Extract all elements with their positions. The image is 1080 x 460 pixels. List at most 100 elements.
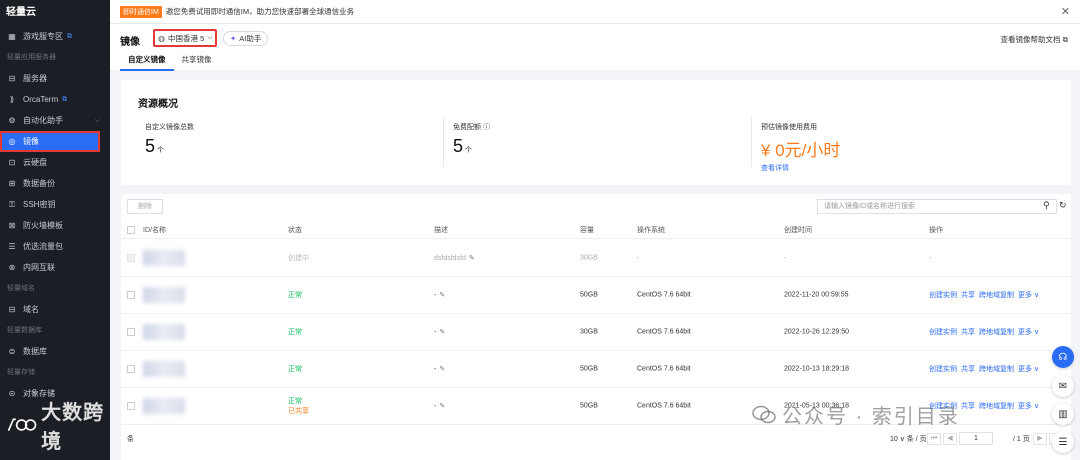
book-icon[interactable]: ▥ xyxy=(1052,403,1074,425)
page-number-input[interactable]: 1 xyxy=(959,432,993,445)
op-link[interactable]: 创建实例 xyxy=(929,366,957,373)
page-size-select[interactable]: 10 ∨ 条 / 页 xyxy=(890,434,927,444)
row-checkbox[interactable] xyxy=(127,328,135,336)
op-link[interactable]: 共享 xyxy=(961,329,975,336)
region-label: 中国香港 5 xyxy=(167,33,205,43)
size-cell: 50GB xyxy=(580,291,598,299)
op-link[interactable]: 更多 ∨ xyxy=(1018,292,1039,299)
ops-cell: 创建实例 共享 跨地域复制 更多 ∨ xyxy=(929,327,1043,337)
page-header: 镜像 ◍ 中国香港 5 ⌵ ✦ AI助手 查看镜像帮助文档 ⧉ 自定义镜像 共享… xyxy=(110,24,1080,71)
sidebar-item[interactable]: ⟫ OrcaTerm ⧉ xyxy=(0,89,110,110)
status-cell: 创建中 xyxy=(288,255,309,262)
op-link[interactable]: 跨地域复制 xyxy=(979,292,1014,299)
col-status: 状态 xyxy=(288,227,302,234)
sidebar-item[interactable]: ⊡ 云硬盘 xyxy=(0,152,110,173)
nav-icon: ⟫ xyxy=(9,95,15,104)
overview-title: 资源概况 xyxy=(138,99,178,110)
op-link[interactable]: 更多 ∨ xyxy=(1018,403,1039,410)
external-link-icon: ⧉ xyxy=(62,95,68,103)
sidebar-item[interactable]: ⊞ 数据备份 xyxy=(0,173,110,194)
pencil-icon[interactable]: ✎ xyxy=(439,403,445,410)
help-doc-link[interactable]: 查看镜像帮助文档 ⧉ xyxy=(1001,34,1068,45)
os-cell: CentOS 7.6 64bit xyxy=(637,328,691,336)
sidebar-item[interactable]: ⊠ 防火墙模板 xyxy=(0,215,110,236)
sidebar-section: 轻量数据库 xyxy=(7,327,42,334)
select-all-checkbox[interactable] xyxy=(127,226,135,234)
nav-icon: ⊡ xyxy=(8,158,16,167)
refresh-icon[interactable]: ↻ xyxy=(1059,200,1067,211)
banner-tag[interactable]: 即时通信IM xyxy=(120,5,162,18)
sidebar-section: 轻量存储 xyxy=(7,369,35,376)
stat-value: 5个 xyxy=(453,136,473,156)
table-row[interactable]: 正常 - ✎ 30GB CentOS 7.6 64bit 2022-10-26 12:29… xyxy=(121,314,1071,351)
col-created: 创建时间 xyxy=(784,227,812,234)
first-page-icon[interactable]: ⏮ xyxy=(927,433,941,445)
row-checkbox[interactable] xyxy=(127,254,135,262)
feedback-icon[interactable]: ✉ xyxy=(1052,375,1074,397)
table-row[interactable]: 正常 - ✎ 50GB CentOS 7.6 64bit 2022-11-20 00:59… xyxy=(121,277,1071,314)
sidebar-item-label: 优选流量包 xyxy=(23,242,63,251)
stat-value: 5个 xyxy=(145,136,165,156)
row-checkbox[interactable] xyxy=(127,402,135,410)
globe-icon: ◍ xyxy=(158,33,165,43)
prev-page-icon[interactable]: ◀ xyxy=(943,433,957,445)
view-details-link[interactable]: 查看详情 xyxy=(761,163,1061,173)
redacted-image-id xyxy=(143,324,185,340)
support-headset-icon[interactable]: ☊ xyxy=(1052,346,1074,368)
ops-cell: 创建实例 共享 跨地域复制 更多 ∨ xyxy=(929,290,1043,300)
ai-assistant-button[interactable]: ✦ AI助手 xyxy=(223,31,269,46)
sidebar-item[interactable]: ⊟ 服务器 xyxy=(0,68,110,89)
pencil-icon[interactable]: ✎ xyxy=(439,292,445,299)
stat-label: 免费配额 ⓘ xyxy=(453,124,490,131)
os-cell: - xyxy=(637,254,640,262)
op-link[interactable]: 跨地域复制 xyxy=(979,329,1014,336)
page-title: 镜像 xyxy=(120,37,140,48)
sidebar-item[interactable]: ⊗ 内网互联 xyxy=(0,257,110,278)
tab-shared-images[interactable]: 共享镜像 xyxy=(174,54,220,71)
pencil-icon[interactable]: ✎ xyxy=(439,366,445,373)
op-link[interactable]: 跨地域复制 xyxy=(979,403,1014,410)
os-cell: CentOS 7.6 64bit xyxy=(637,365,691,373)
op-link[interactable]: 创建实例 xyxy=(929,292,957,299)
nav-icon: ⊞ xyxy=(8,179,16,188)
sidebar-item[interactable]: ⚙ 自动化助手 ⌵ xyxy=(0,110,110,131)
search-icon[interactable]: ⚲ xyxy=(1043,200,1050,211)
close-icon[interactable]: ✕ xyxy=(1061,5,1070,18)
banner-text[interactable]: 邀您免费试用即时通信IM，助力您快速部署全球通信业务 xyxy=(166,6,354,17)
op-link[interactable]: 跨地域复制 xyxy=(979,366,1014,373)
op-link[interactable]: 创建实例 xyxy=(929,329,957,336)
row-checkbox[interactable] xyxy=(127,365,135,373)
table-row[interactable]: 创建中 dsfdsfdsfd ✎ 30GB - - - xyxy=(121,240,1071,277)
table-header: ID/名称 状态 描述 容量 操作系统 创建时间 操作 xyxy=(121,222,1071,239)
region-select[interactable]: ◍ 中国香港 5 ⌵ xyxy=(153,29,217,47)
sidebar-item[interactable]: ◎ 镜像 xyxy=(0,131,100,152)
external-link-icon: ⧉ xyxy=(67,32,72,40)
tab-custom-images[interactable]: 自定义镜像 xyxy=(120,54,174,71)
op-link[interactable]: 共享 xyxy=(961,403,975,410)
sidebar-item[interactable]: ⊟ 域名 xyxy=(0,299,110,320)
desc-cell: dsfdsfdsfd ✎ xyxy=(434,255,475,262)
ops-cell: - xyxy=(929,255,935,262)
sidebar-item[interactable]: ⊜ 数据库 xyxy=(0,341,110,362)
search-input[interactable]: 请输入镜像ID或名称进行搜索 xyxy=(817,199,1057,214)
watermark-logo-icon xyxy=(7,418,37,432)
sidebar-item[interactable]: ⚿ SSH密钥 xyxy=(0,194,110,215)
table-row[interactable]: 正常 - ✎ 50GB CentOS 7.6 64bit 2022-10-13 18:29… xyxy=(121,351,1071,388)
op-link[interactable]: 共享 xyxy=(961,292,975,299)
next-page-icon[interactable]: ▶ xyxy=(1033,433,1047,445)
list-menu-icon[interactable]: ☰ xyxy=(1052,431,1074,453)
promo-banner: 即时通信IM 邀您免费试用即时通信IM，助力您快速部署全球通信业务 ✕ xyxy=(110,0,1080,24)
desc-cell: - ✎ xyxy=(434,292,446,299)
watermark-right-text: 公众号 · 索引目录 xyxy=(782,406,960,428)
pencil-icon[interactable]: ✎ xyxy=(439,329,445,336)
watermark-right: 公众号 · 索引目录 xyxy=(752,400,960,429)
op-link[interactable]: 更多 ∨ xyxy=(1018,329,1039,336)
sidebar-item[interactable]: ▦ 游戏服专区 ⧉ xyxy=(0,26,110,47)
op-link[interactable]: 共享 xyxy=(961,366,975,373)
delete-button[interactable]: 删除 xyxy=(127,199,163,214)
pencil-icon[interactable]: ✎ xyxy=(469,255,475,262)
row-checkbox[interactable] xyxy=(127,291,135,299)
created-cell: 2022-10-13 18:29:18 xyxy=(784,365,849,373)
sidebar-item[interactable]: ☰ 优选流量包 xyxy=(0,236,110,257)
op-link[interactable]: 更多 ∨ xyxy=(1018,366,1039,373)
